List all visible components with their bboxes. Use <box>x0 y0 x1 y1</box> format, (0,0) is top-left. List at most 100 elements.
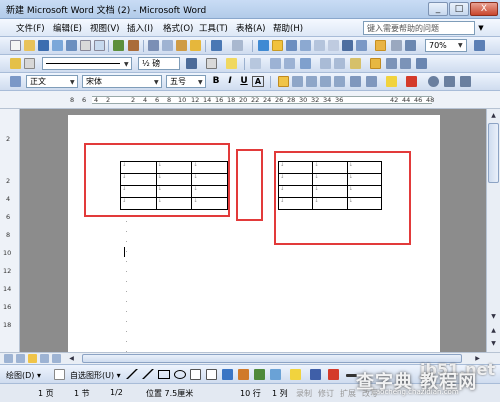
justify-icon[interactable] <box>320 76 331 87</box>
permission-icon[interactable] <box>52 40 63 51</box>
line-color-icon[interactable] <box>310 369 321 380</box>
new-document-icon[interactable] <box>10 40 21 51</box>
vertical-scroll-thumb[interactable] <box>488 123 499 183</box>
reading-layout-icon[interactable] <box>375 40 386 51</box>
border-color-icon[interactable] <box>186 58 197 69</box>
menu-table[interactable]: 表格(A) <box>236 22 265 34</box>
print-icon[interactable] <box>80 40 91 51</box>
autosum-icon[interactable] <box>416 58 427 69</box>
menu-format[interactable]: 格式(O) <box>163 22 193 34</box>
outline-view-icon[interactable] <box>40 354 49 363</box>
research-icon[interactable] <box>128 40 139 51</box>
status-rec[interactable]: 录制 <box>296 388 312 399</box>
insert-table-menu-icon[interactable] <box>250 58 261 69</box>
save-icon[interactable] <box>38 40 49 51</box>
diagram-icon[interactable] <box>238 369 249 380</box>
insert-table-icon[interactable] <box>286 40 297 51</box>
help-icon[interactable] <box>405 40 416 51</box>
vertical-text-box-icon[interactable] <box>206 369 217 380</box>
menu-tools[interactable]: 工具(T) <box>199 22 228 34</box>
drawing-icon[interactable] <box>328 40 339 51</box>
draw-font-color-icon[interactable] <box>328 369 339 380</box>
underline-button[interactable]: U <box>238 76 250 86</box>
reading-view-icon[interactable] <box>52 354 61 363</box>
read-icon[interactable] <box>391 40 402 51</box>
chevron-down-icon[interactable]: ▼ <box>458 42 463 49</box>
split-cells-icon[interactable] <box>284 58 295 69</box>
italic-button[interactable]: I <box>224 76 236 86</box>
help-question-icon[interactable] <box>474 40 485 51</box>
scroll-down-arrow-icon[interactable]: ▼ <box>488 311 499 323</box>
oval-tool-icon[interactable] <box>174 370 186 379</box>
menu-insert[interactable]: 插入(I) <box>127 22 153 34</box>
shading-color-icon[interactable] <box>226 58 237 69</box>
document-map-icon[interactable] <box>342 40 353 51</box>
distributed-icon[interactable] <box>334 76 345 87</box>
hyperlink-icon[interactable] <box>258 40 269 51</box>
spelling-icon[interactable] <box>113 40 124 51</box>
sort-ascending-icon[interactable] <box>386 58 397 69</box>
chevron-down-icon[interactable]: ▼ <box>198 79 203 86</box>
scroll-up-arrow-icon[interactable]: ▲ <box>488 110 499 122</box>
merge-cells-icon[interactable] <box>270 58 281 69</box>
font-combo[interactable]: 宋体 <box>82 75 162 88</box>
align-right-icon[interactable] <box>306 76 317 87</box>
eraser-icon[interactable] <box>24 58 35 69</box>
fill-color-icon[interactable] <box>290 369 301 380</box>
sort-descending-icon[interactable] <box>400 58 411 69</box>
enclose-char-icon[interactable] <box>428 76 439 87</box>
menu-file[interactable]: 文件(F) <box>16 22 45 34</box>
email-icon[interactable] <box>66 40 77 51</box>
line-spacing-icon[interactable] <box>350 76 361 87</box>
web-view-icon[interactable] <box>16 354 25 363</box>
chevron-down-icon[interactable]: ▼ <box>124 61 129 68</box>
font-color-icon[interactable] <box>406 76 417 87</box>
minimize-button[interactable]: _ <box>428 2 448 16</box>
show-hide-icon[interactable] <box>356 40 367 51</box>
print-preview-icon[interactable] <box>94 40 105 51</box>
print-layout-view-icon[interactable] <box>28 354 37 363</box>
maximize-button[interactable]: □ <box>449 2 469 16</box>
insert-picture-icon[interactable] <box>270 369 281 380</box>
insert-excel-icon[interactable] <box>300 40 311 51</box>
open-folder-icon[interactable] <box>24 40 35 51</box>
chevron-down-icon[interactable]: ▼ <box>154 79 159 86</box>
columns-icon[interactable] <box>314 40 325 51</box>
align-left-icon[interactable] <box>278 76 289 87</box>
menu-help[interactable]: 帮助(H) <box>273 22 303 34</box>
undo-icon[interactable] <box>211 40 222 51</box>
copy-icon[interactable] <box>162 40 173 51</box>
bold-button[interactable]: B <box>210 76 222 86</box>
help-search-input[interactable]: 键入需要帮助的问题 <box>363 21 475 35</box>
normal-view-icon[interactable] <box>4 354 13 363</box>
wordart-icon[interactable] <box>222 369 233 380</box>
highlight-icon[interactable] <box>386 76 397 87</box>
line-weight-combo[interactable]: ½ 磅 <box>138 57 180 70</box>
format-painter-icon[interactable] <box>190 40 201 51</box>
align-cell-icon[interactable] <box>300 58 311 69</box>
horizontal-ruler[interactable]: 8 6 4 2 2 4 6 8 10 12 14 16 18 20 22 24 … <box>0 91 500 109</box>
draw-table-icon[interactable] <box>10 58 21 69</box>
text-box-icon[interactable] <box>460 76 471 87</box>
vertical-ruler[interactable]: 2 2 4 6 8 10 12 14 16 18 <box>0 109 20 352</box>
phonetic-guide-icon[interactable] <box>444 76 455 87</box>
outside-border-icon[interactable] <box>206 58 217 69</box>
autoshapes-menu-button[interactable]: 自选图形(U) ▾ <box>70 370 121 381</box>
menu-edit[interactable]: 编辑(E) <box>53 22 82 34</box>
distribute-rows-icon[interactable] <box>320 58 331 69</box>
redo-icon[interactable] <box>232 40 243 51</box>
chevron-down-icon[interactable]: ▼ <box>70 79 75 86</box>
align-center-icon[interactable] <box>292 76 303 87</box>
document-page[interactable]: ↓ ↓ ↓ ↓ ↓ ↓ ↓ ↓ ↓ ↓ ↓ ↓ ↓ ↓ ↓ ↓ ↓ ↓ ↓ ↓ ↓ ↓ ↓ ↓ <box>68 115 440 352</box>
paste-icon[interactable] <box>176 40 187 51</box>
tables-borders-icon[interactable] <box>272 40 283 51</box>
distribute-columns-icon[interactable] <box>334 58 345 69</box>
char-border-button[interactable]: A <box>252 76 264 87</box>
select-objects-icon[interactable] <box>54 369 65 380</box>
draw-menu-button[interactable]: 绘图(D) ▾ <box>6 370 41 381</box>
close-button[interactable]: X <box>470 2 498 16</box>
line-tool-icon[interactable] <box>126 369 138 379</box>
vertical-scrollbar[interactable]: ▲ ▼ ▲ ▼ <box>486 109 500 352</box>
status-trk[interactable]: 修订 <box>318 388 334 399</box>
cut-icon[interactable] <box>148 40 159 51</box>
